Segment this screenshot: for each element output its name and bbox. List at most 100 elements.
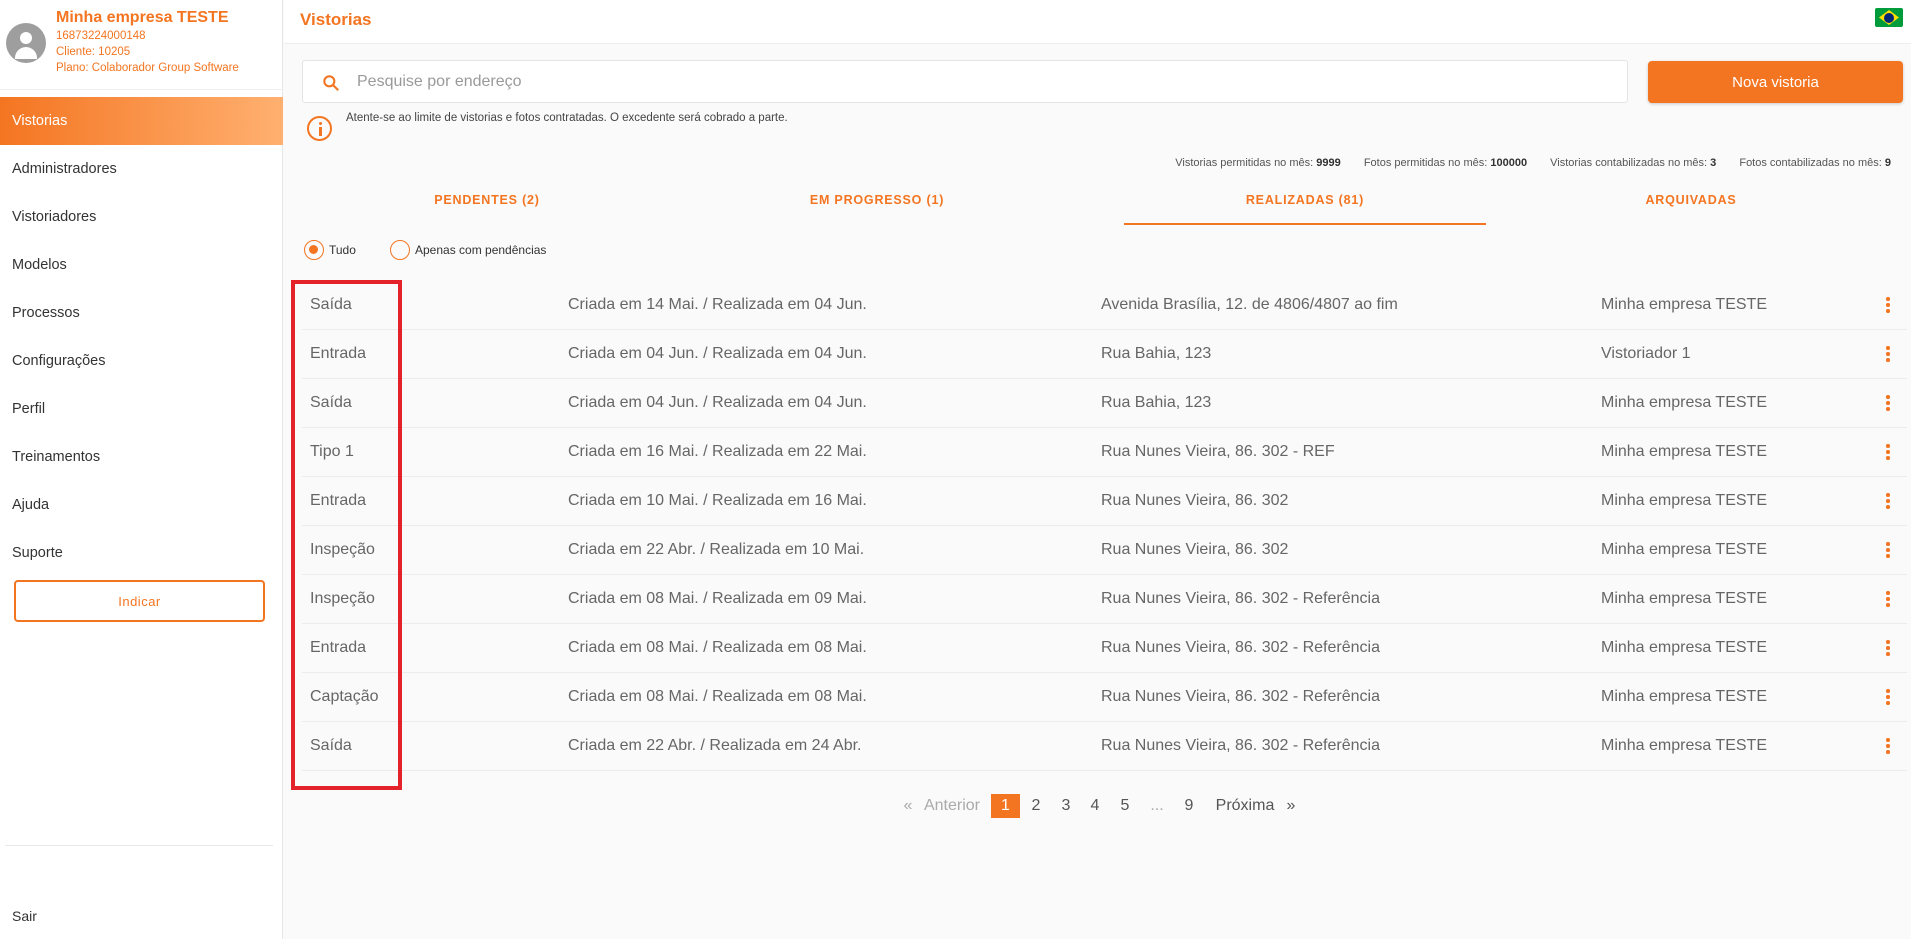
radio-unchecked-icon: [390, 240, 410, 260]
row-owner: Minha empresa TESTE: [1601, 394, 1767, 411]
plan-name: Plano: Colaborador Group Software: [56, 62, 239, 74]
table-row[interactable]: Saída Criada em 04 Jun. / Realizada em 0…: [302, 379, 1907, 428]
more-options-icon[interactable]: [1881, 441, 1895, 463]
row-dates: Criada em 08 Mai. / Realizada em 08 Mai.: [568, 639, 867, 656]
row-address: Rua Nunes Vieira, 86. 302: [1101, 492, 1289, 509]
status-tabs: PENDENTES (2) EM PROGRESSO (1) REALIZADA…: [302, 185, 1907, 225]
logout-link[interactable]: Sair: [12, 908, 37, 924]
row-dates: Criada em 04 Jun. / Realizada em 04 Jun.: [568, 394, 867, 411]
more-options-icon[interactable]: [1881, 539, 1895, 561]
sidebar-item-ajuda[interactable]: Ajuda: [0, 481, 283, 529]
row-type: Inspeção: [310, 590, 375, 607]
page-ellipsis: ...: [1150, 797, 1164, 814]
table-row[interactable]: Entrada Criada em 10 Mai. / Realizada em…: [302, 477, 1907, 526]
row-type: Saída: [310, 737, 352, 754]
sidebar-item-modelos[interactable]: Modelos: [0, 241, 283, 289]
page-link[interactable]: 3: [1058, 794, 1074, 818]
page-title: Vistorias: [300, 10, 372, 29]
table-row[interactable]: Captação Criada em 08 Mai. / Realizada e…: [302, 673, 1907, 722]
sidebar-item-configuracoes[interactable]: Configurações: [0, 337, 283, 385]
stat-vistorias-contabilizadas: Vistorias contabilizadas no mês: 3: [1550, 157, 1717, 169]
company-name: Minha empresa TESTE: [56, 9, 229, 26]
nova-vistoria-button[interactable]: Nova vistoria: [1648, 61, 1903, 103]
search-icon: [323, 75, 339, 91]
sidebar-item-vistoriadores[interactable]: Vistoriadores: [0, 193, 283, 241]
company-cnpj: 16873224000148: [56, 30, 146, 42]
row-address: Rua Nunes Vieira, 86. 302 - Referência: [1101, 737, 1380, 754]
row-address: Rua Nunes Vieira, 86. 302: [1101, 541, 1289, 558]
stat-fotos-permitidas: Fotos permitidas no mês: 100000: [1363, 157, 1528, 169]
row-address: Avenida Brasília, 12. de 4806/4807 ao fi…: [1101, 296, 1398, 313]
table-row[interactable]: Tipo 1 Criada em 16 Mai. / Realizada em …: [302, 428, 1907, 477]
row-dates: Criada em 22 Abr. / Realizada em 10 Mai.: [568, 541, 865, 558]
avatar[interactable]: [6, 23, 46, 63]
profile-card: Minha empresa TESTE 16873224000148 Clien…: [0, 0, 283, 90]
stat-vistorias-permitidas: Vistorias permitidas no mês: 9999: [1175, 157, 1341, 169]
table-row[interactable]: Inspeção Criada em 08 Mai. / Realizada e…: [302, 575, 1907, 624]
sidebar-item-treinamentos[interactable]: Treinamentos: [0, 433, 283, 481]
more-options-icon[interactable]: [1881, 294, 1895, 316]
page-link[interactable]: 9: [1181, 794, 1197, 818]
more-options-icon[interactable]: [1881, 686, 1895, 708]
sidebar-nav: Vistorias Administradores Vistoriadores …: [0, 97, 283, 577]
sidebar-item-administradores[interactable]: Administradores: [0, 145, 283, 193]
row-type: Tipo 1: [310, 443, 354, 460]
monthly-stats: Vistorias permitidas no mês: 9999 Fotos …: [1155, 157, 1891, 169]
tab-arquivadas[interactable]: ARQUIVADAS: [1506, 185, 1876, 225]
prev-page-link[interactable]: Anterior: [922, 794, 982, 818]
sidebar-item-processos[interactable]: Processos: [0, 289, 283, 337]
more-options-icon[interactable]: [1881, 343, 1895, 365]
row-address: Rua Nunes Vieira, 86. 302 - REF: [1101, 443, 1335, 460]
row-type: Saída: [310, 394, 352, 411]
table-row[interactable]: Entrada Criada em 08 Mai. / Realizada em…: [302, 624, 1907, 673]
filter-tudo-radio[interactable]: Tudo: [304, 240, 356, 260]
page-link[interactable]: 2: [1028, 794, 1044, 818]
row-dates: Criada em 22 Abr. / Realizada em 24 Abr.: [568, 737, 862, 754]
row-address: Rua Nunes Vieira, 86. 302 - Referência: [1101, 639, 1380, 656]
page-link[interactable]: 5: [1117, 794, 1133, 818]
tab-realizadas[interactable]: REALIZADAS (81): [1124, 185, 1486, 225]
more-options-icon[interactable]: [1881, 490, 1895, 512]
filter-pendencias-radio[interactable]: Apenas com pendências: [390, 240, 546, 260]
table-row[interactable]: Entrada Criada em 04 Jun. / Realizada em…: [302, 330, 1907, 379]
row-type: Inspeção: [310, 541, 375, 558]
search-input[interactable]: [357, 61, 1617, 102]
row-dates: Criada em 10 Mai. / Realizada em 16 Mai.: [568, 492, 867, 509]
row-owner: Minha empresa TESTE: [1601, 590, 1767, 607]
sidebar-item-suporte[interactable]: Suporte: [0, 529, 283, 577]
table-row[interactable]: Saída Criada em 14 Mai. / Realizada em 0…: [302, 281, 1907, 330]
tab-em-progresso[interactable]: EM PROGRESSO (1): [692, 185, 1062, 225]
next-arrow[interactable]: »: [1284, 794, 1298, 818]
brazil-flag-icon[interactable]: [1875, 8, 1903, 27]
row-owner: Minha empresa TESTE: [1601, 541, 1767, 558]
top-header: Vistorias: [284, 0, 1911, 44]
more-options-icon[interactable]: [1881, 392, 1895, 414]
table-row[interactable]: Inspeção Criada em 22 Abr. / Realizada e…: [302, 526, 1907, 575]
table-row[interactable]: Saída Criada em 22 Abr. / Realizada em 2…: [302, 722, 1907, 771]
next-page-link[interactable]: Próxima: [1212, 794, 1278, 818]
row-dates: Criada em 04 Jun. / Realizada em 04 Jun.: [568, 345, 867, 362]
indicar-button[interactable]: Indicar: [14, 580, 265, 622]
row-owner: Minha empresa TESTE: [1601, 296, 1767, 313]
sidebar-item-perfil[interactable]: Perfil: [0, 385, 283, 433]
more-options-icon[interactable]: [1881, 735, 1895, 757]
row-owner: Minha empresa TESTE: [1601, 443, 1767, 460]
row-owner: Minha empresa TESTE: [1601, 688, 1767, 705]
row-owner: Minha empresa TESTE: [1601, 492, 1767, 509]
page-link[interactable]: 4: [1087, 794, 1103, 818]
tab-pendentes[interactable]: PENDENTES (2): [302, 185, 672, 225]
row-dates: Criada em 14 Mai. / Realizada em 04 Jun.: [568, 296, 867, 313]
row-owner: Minha empresa TESTE: [1601, 737, 1767, 754]
row-address: Rua Bahia, 123: [1101, 345, 1212, 362]
row-type: Entrada: [310, 345, 367, 362]
sidebar-item-vistorias[interactable]: Vistorias: [0, 97, 283, 145]
more-options-icon[interactable]: [1881, 588, 1895, 610]
row-dates: Criada em 08 Mai. / Realizada em 09 Mai.: [568, 590, 867, 607]
row-address: Rua Bahia, 123: [1101, 394, 1212, 411]
search-box: [302, 60, 1628, 103]
more-options-icon[interactable]: [1881, 637, 1895, 659]
row-dates: Criada em 16 Mai. / Realizada em 22 Mai.: [568, 443, 867, 460]
page-link[interactable]: 1: [991, 794, 1020, 818]
prev-arrow[interactable]: «: [902, 794, 914, 818]
row-address: Rua Nunes Vieira, 86. 302 - Referência: [1101, 590, 1380, 607]
